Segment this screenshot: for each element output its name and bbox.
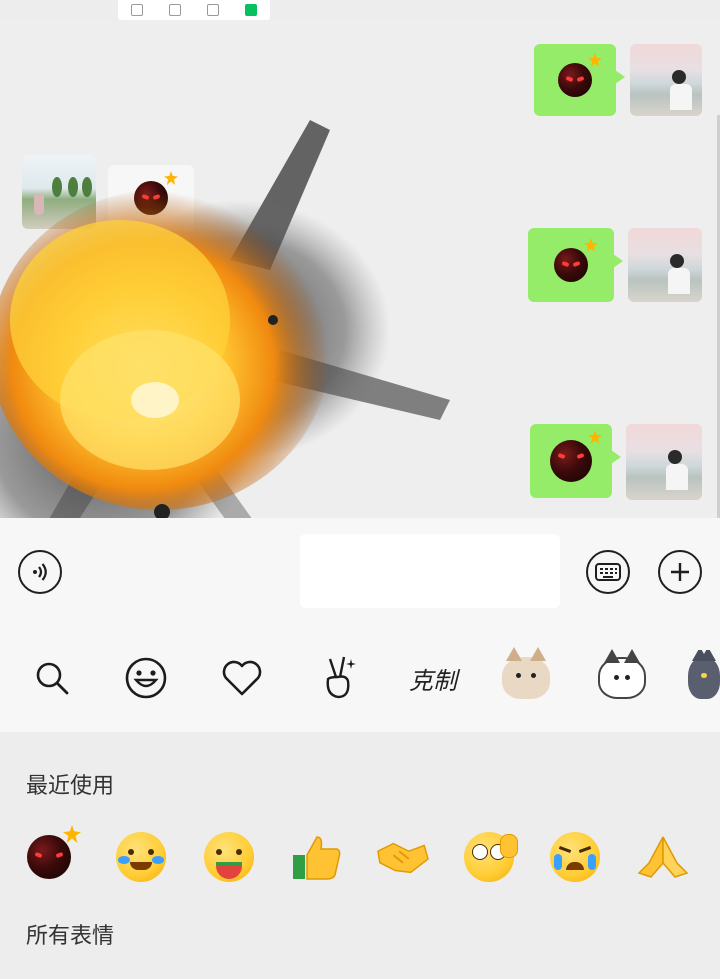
- outgoing-message-1[interactable]: [534, 44, 702, 116]
- bomb-sticker-icon: [550, 430, 602, 482]
- me-tab-icon[interactable]: [245, 4, 257, 16]
- voice-icon: [33, 563, 47, 581]
- contacts-tab-icon[interactable]: [169, 4, 181, 16]
- message-bubble[interactable]: [534, 44, 625, 116]
- mini-tab-bar: [118, 0, 270, 20]
- tab-gestures[interactable]: [310, 650, 366, 706]
- grey-cat-sticker-icon: [688, 650, 720, 699]
- voice-input-button[interactable]: [18, 550, 62, 594]
- emoji-category-tabs: 克制: [0, 628, 720, 733]
- chat-message-area[interactable]: [0, 20, 720, 535]
- outgoing-message-3[interactable]: [530, 424, 702, 500]
- tab-sticker-pack-3[interactable]: [688, 650, 720, 706]
- handshake-emoji[interactable]: [376, 830, 430, 884]
- heart-icon: [222, 660, 262, 696]
- eating-melon-emoji[interactable]: [202, 830, 256, 884]
- wechat-chat-screen: 克制 最近使用 所有表情: [0, 0, 720, 979]
- chat-input-bar: [0, 518, 720, 628]
- avatar[interactable]: [626, 424, 702, 500]
- victory-hand-icon: [326, 656, 356, 699]
- smiley-icon: [125, 657, 167, 699]
- chat-tab-icon[interactable]: [131, 4, 143, 16]
- bomb-sticker-icon: [558, 53, 602, 97]
- praying-hands-emoji[interactable]: [636, 830, 690, 884]
- avatar[interactable]: [628, 228, 702, 302]
- more-options-button[interactable]: [658, 550, 702, 594]
- incoming-message-bubble[interactable]: [108, 165, 194, 231]
- crying-emoji[interactable]: [548, 830, 602, 884]
- emoji-panel[interactable]: 最近使用 所有表情: [0, 732, 720, 979]
- plus-icon: [671, 563, 689, 581]
- tab-sticker-pack-1[interactable]: [498, 647, 554, 706]
- outgoing-message-2[interactable]: [528, 228, 702, 302]
- tabby-cat-sticker-icon: [502, 647, 550, 699]
- tab-sticker-pack-2[interactable]: [594, 649, 650, 706]
- tab-search[interactable]: [24, 650, 80, 706]
- recent-emoji-row: [22, 825, 712, 886]
- tab-emoji[interactable]: [118, 650, 174, 706]
- facepalm-laugh-emoji[interactable]: [114, 830, 168, 884]
- contact-avatar[interactable]: [22, 155, 96, 229]
- message-input[interactable]: [300, 534, 560, 608]
- discover-tab-icon[interactable]: [207, 4, 219, 16]
- keyboard-icon: [595, 563, 621, 581]
- search-icon: [36, 662, 69, 695]
- message-bubble[interactable]: [528, 228, 623, 302]
- recent-section-title: 最近使用: [26, 774, 115, 799]
- thumbs-up-emoji[interactable]: [290, 830, 344, 884]
- thinking-emoji[interactable]: [462, 830, 518, 884]
- tab-text-sticker[interactable]: 克制: [398, 650, 468, 706]
- avatar[interactable]: [630, 44, 702, 116]
- tab-text-sticker-label: 克制: [409, 666, 457, 695]
- white-cat-sticker-icon: [598, 649, 646, 699]
- message-bubble[interactable]: [530, 424, 621, 498]
- keyboard-button[interactable]: [586, 550, 630, 594]
- bomb-sticker-icon: [554, 238, 598, 282]
- bomb-sticker-icon: [134, 171, 178, 215]
- all-emojis-section-title: 所有表情: [26, 924, 115, 949]
- tab-favorites[interactable]: [214, 650, 270, 706]
- bomb-emoji[interactable]: [22, 825, 81, 884]
